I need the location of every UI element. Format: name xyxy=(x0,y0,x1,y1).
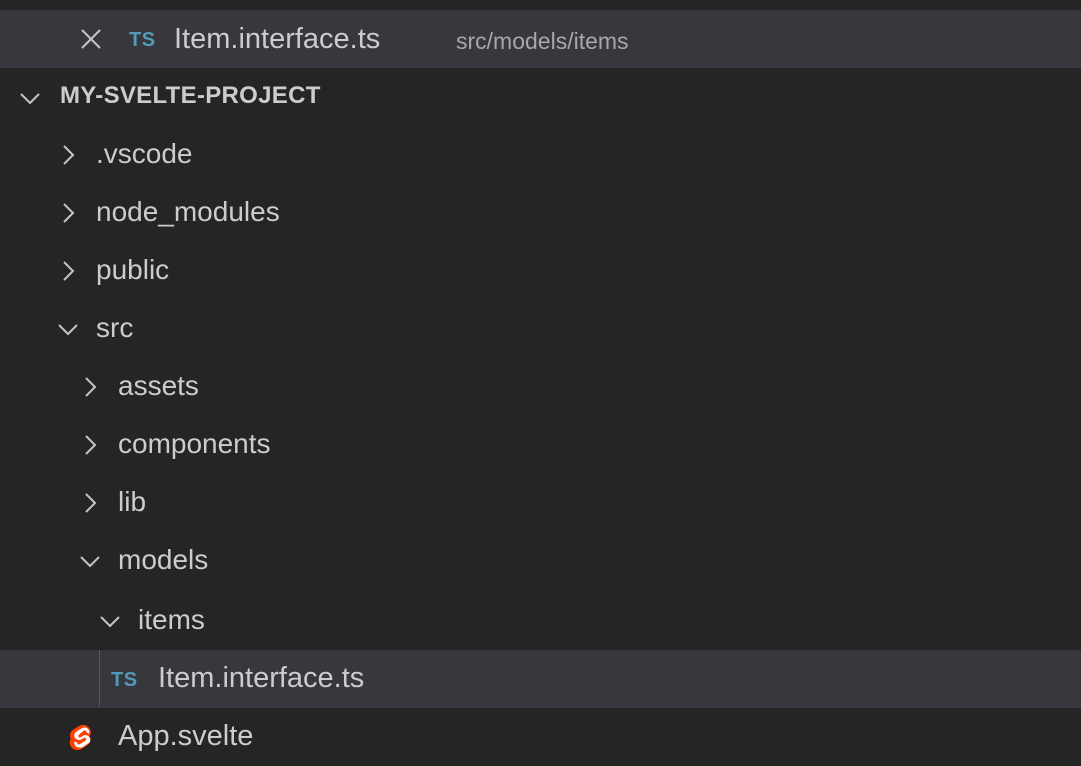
tree-item-app-svelte[interactable]: App.svelte xyxy=(0,708,1081,766)
chevron-right-icon xyxy=(78,433,102,457)
tree-item-label: assets xyxy=(118,370,199,401)
tree-item-label: App.svelte xyxy=(118,720,254,752)
close-icon[interactable] xyxy=(78,26,104,52)
project-name: MY-SVELTE-PROJECT xyxy=(60,82,321,109)
tree-item-label: .vscode xyxy=(96,138,193,169)
tree-item-item-interface-file[interactable]: TS Item.interface.ts xyxy=(0,650,1081,708)
tree-item-label: models xyxy=(118,544,209,575)
chevron-down-icon xyxy=(98,609,122,633)
chevron-right-icon xyxy=(78,375,102,399)
project-folder-header[interactable]: MY-SVELTE-PROJECT xyxy=(0,68,1081,126)
open-editor-item[interactable]: TS Item.interface.ts src/models/items xyxy=(0,10,1081,68)
chevron-down-icon xyxy=(78,549,102,573)
chevron-down-icon xyxy=(56,317,80,341)
svelte-icon xyxy=(68,724,94,752)
tree-item-models[interactable]: models xyxy=(0,532,1081,590)
chevron-right-icon xyxy=(56,201,80,225)
chevron-right-icon xyxy=(56,259,80,283)
chevron-right-icon xyxy=(56,143,80,167)
tree-item-items[interactable]: items xyxy=(0,592,1081,650)
file-explorer: TS Item.interface.ts src/models/items MY… xyxy=(0,0,1081,766)
tree-item-assets[interactable]: assets xyxy=(0,358,1081,416)
tree-item-label: public xyxy=(96,254,170,285)
tree-item-label: lib xyxy=(118,486,147,517)
typescript-icon: TS xyxy=(111,669,138,691)
tree-item-label: items xyxy=(138,604,205,635)
tree-item-label: node_modules xyxy=(96,196,280,227)
tree-item-lib[interactable]: lib xyxy=(0,474,1081,532)
open-editor-file-name: Item.interface.ts xyxy=(174,23,381,55)
tree-item-vscode[interactable]: .vscode xyxy=(0,126,1081,184)
tree-item-public[interactable]: public xyxy=(0,242,1081,300)
chevron-right-icon xyxy=(78,491,102,515)
chevron-down-icon xyxy=(18,86,42,110)
tree-item-label: components xyxy=(118,428,271,459)
indent-guide xyxy=(99,650,100,707)
tree-item-label: Item.interface.ts xyxy=(158,662,365,694)
tree-item-src[interactable]: src xyxy=(0,300,1081,358)
tree-item-components[interactable]: components xyxy=(0,416,1081,474)
tree-item-node-modules[interactable]: node_modules xyxy=(0,184,1081,242)
tree-item-label: src xyxy=(96,312,134,343)
typescript-icon: TS xyxy=(129,29,156,51)
open-editor-path: src/models/items xyxy=(456,28,629,54)
